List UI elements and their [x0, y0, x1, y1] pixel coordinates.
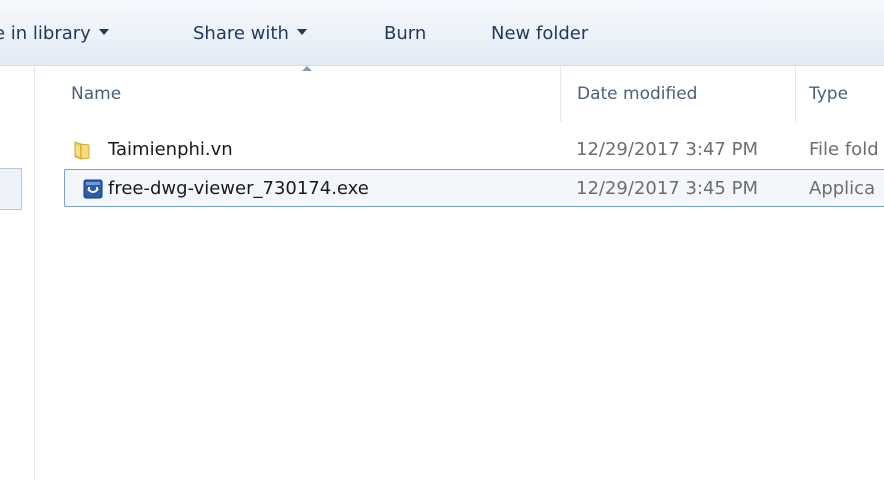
- column-divider[interactable]: [560, 66, 561, 122]
- burn-button[interactable]: Burn: [384, 19, 426, 49]
- file-date-modified: 12/29/2017 3:47 PM: [576, 139, 758, 160]
- file-date-modified: 12/29/2017 3:45 PM: [576, 178, 758, 199]
- column-divider[interactable]: [795, 66, 796, 122]
- new-folder-label: New folder: [491, 23, 589, 44]
- file-type: Applica: [809, 178, 876, 199]
- file-row[interactable]: Taimienphi.vn 12/29/2017 3:47 PM File fo…: [64, 131, 884, 169]
- column-header-name[interactable]: Name: [71, 66, 121, 122]
- new-folder-button[interactable]: New folder: [491, 19, 588, 49]
- share-with-label: Share with: [193, 23, 289, 44]
- folder-icon: [74, 141, 90, 160]
- command-toolbar: e in library Share with Burn New folder: [0, 0, 884, 66]
- sort-ascending-icon: [302, 66, 312, 71]
- file-name: free-dwg-viewer_730174.exe: [108, 178, 369, 199]
- file-name: Taimienphi.vn: [108, 139, 233, 160]
- column-header-date-modified[interactable]: Date modified: [577, 66, 697, 122]
- file-list-empty-area[interactable]: [35, 212, 884, 480]
- column-header-type-label: Type: [809, 84, 849, 104]
- application-icon: [83, 179, 103, 199]
- column-header-name-label: Name: [71, 84, 122, 104]
- share-with-menu[interactable]: Share with: [193, 19, 307, 49]
- file-type: File fold: [809, 139, 879, 160]
- chevron-down-icon: [98, 29, 109, 35]
- include-in-library-menu[interactable]: e in library: [0, 19, 109, 49]
- nav-selected-item[interactable]: [0, 168, 22, 210]
- file-row-selected[interactable]: free-dwg-viewer_730174.exe 12/29/2017 3:…: [64, 169, 884, 207]
- include-in-library-label: e in library: [0, 23, 91, 44]
- chevron-down-icon: [296, 29, 307, 35]
- burn-label: Burn: [384, 23, 427, 44]
- column-header-date-label: Date modified: [577, 84, 698, 104]
- navigation-pane[interactable]: [0, 66, 35, 480]
- column-header-type[interactable]: Type: [809, 66, 848, 122]
- explorer-window: e in library Share with Burn New folder …: [0, 0, 884, 480]
